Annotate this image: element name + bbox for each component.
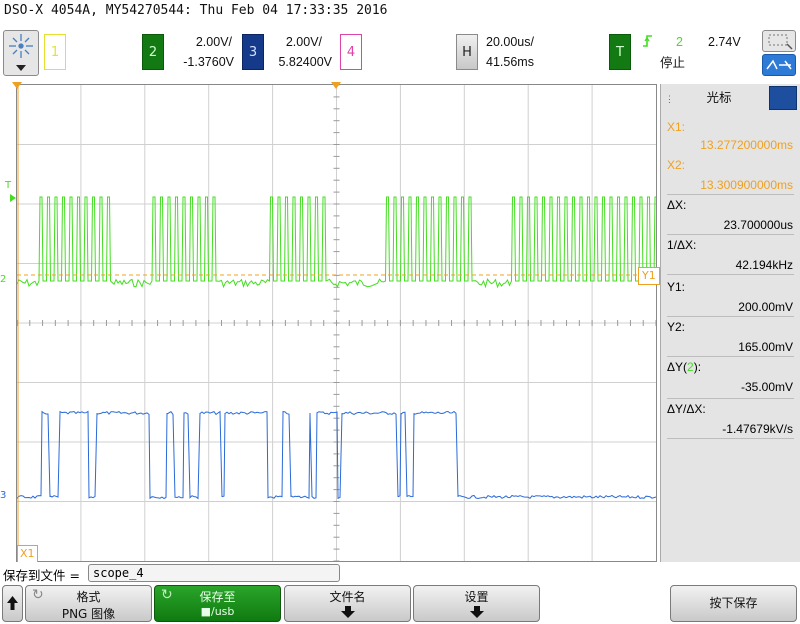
divider	[667, 194, 794, 195]
cursor-y2-value: 165.00mV	[738, 340, 793, 354]
trigger-label: T	[616, 44, 624, 60]
channel-3-ground-marker: 3	[0, 490, 6, 501]
cursor-dx-value: 23.700000us	[723, 218, 793, 232]
softkey-format[interactable]: ↻ 格式 PNG 图像	[25, 585, 152, 622]
trigger-level: 2.74V	[708, 35, 741, 49]
cursor-dy-label-channel: 2	[687, 360, 694, 374]
cursor-knob-icon[interactable]	[3, 30, 39, 76]
cursor-dy-label-pre: ΔY(	[667, 360, 688, 374]
cursor-inv-dx-value: 42.194kHz	[735, 258, 793, 272]
panel-tab-icon[interactable]	[769, 86, 797, 110]
cursor-dy-label-post: ):	[693, 360, 702, 374]
softkey-save-to-value: ■/usb	[200, 605, 235, 618]
trigger-status: 停止	[660, 56, 686, 70]
softkey-filename-title: 文件名	[329, 590, 366, 604]
down-arrow-icon	[414, 605, 539, 622]
channel-1-number: 1	[50, 44, 60, 60]
trigger-source: 2	[676, 35, 683, 49]
channel-3-scale: 2.00V/	[285, 35, 322, 49]
waveform-svg	[17, 85, 656, 561]
softkey-save-to[interactable]: ↻ 保存至 ■/usb	[154, 585, 281, 622]
channel-3-offset: 5.82400V	[278, 55, 332, 69]
x1-top-marker	[12, 82, 22, 89]
cursor-dy-value: -35.00mV	[740, 380, 793, 394]
channel-2-ground-marker: 2	[0, 274, 6, 285]
horizontal-scale: 20.00us/	[486, 35, 534, 49]
softkey-press-to-save-title: 按下保存	[709, 596, 758, 610]
trigger-level-marker: T	[5, 180, 11, 191]
cursor-dx-label: ΔX:	[667, 198, 687, 212]
back-button[interactable]	[2, 585, 23, 622]
channel-3-box[interactable]: 3	[242, 34, 264, 70]
cursor-x1-tag: X1	[17, 545, 38, 563]
horizontal-position: 41.56ms	[486, 55, 534, 69]
channel-1-box[interactable]: 1	[44, 34, 66, 70]
channel-4-number: 4	[346, 44, 356, 60]
cursor-y2-label: Y2:	[667, 320, 686, 334]
trigger-box[interactable]: T	[609, 34, 631, 70]
softkey-format-value: PNG 图像	[61, 607, 116, 621]
cursor-dydx-label: ΔY/ΔX:	[667, 402, 706, 416]
divider	[667, 234, 794, 235]
channel-2-scale: 2.00V/	[195, 35, 232, 49]
channel-2-offset: -1.3760V	[183, 55, 234, 69]
channel-4-box[interactable]: 4	[340, 34, 362, 70]
softkey-settings[interactable]: 设置	[413, 585, 540, 622]
trigger-position-marker	[331, 82, 341, 89]
cursor-x2-label: X2:	[667, 158, 686, 172]
horizontal-box[interactable]: H	[456, 34, 478, 70]
trigger-level-marker-label: T	[5, 180, 12, 191]
up-arrow-icon	[7, 596, 18, 610]
cursor-dy-label: ΔY(2):	[667, 360, 701, 374]
waveform-display[interactable]	[16, 84, 657, 562]
trigger-edge-icon	[642, 33, 654, 53]
horizontal-label: H	[462, 44, 472, 60]
divider	[667, 274, 794, 275]
channel-3-number: 3	[248, 44, 258, 60]
save-filename-field[interactable]: scope_4	[88, 564, 340, 582]
cursor-y1-label: Y1:	[667, 280, 686, 294]
divider	[667, 398, 794, 399]
cursor-x1-value: 13.277200000ms	[700, 138, 793, 152]
save-label: 保存到文件 =	[3, 568, 80, 583]
menu-icon[interactable]	[762, 30, 796, 52]
channel-3-ground-label: 3	[0, 490, 7, 501]
cursor-y1-tag: Y1	[638, 267, 660, 285]
cursor-y1-tag-label: Y1	[642, 269, 656, 282]
tab-cursors[interactable]: 光标	[669, 86, 769, 110]
channel-2-ground-label: 2	[0, 274, 7, 285]
softkey-press-to-save[interactable]: 按下保存	[670, 585, 797, 622]
divider	[667, 356, 794, 357]
refresh-icon: ↻	[32, 587, 44, 603]
divider	[667, 316, 794, 317]
cursor-inv-dx-label: 1/ΔX:	[667, 238, 697, 252]
cursor-mode-icon[interactable]	[762, 54, 796, 76]
divider	[667, 438, 794, 439]
panel-dots: ⋮	[665, 94, 674, 104]
cursor-x2-value: 13.300900000ms	[700, 178, 793, 192]
softkey-settings-title: 设置	[464, 590, 489, 604]
cursor-x1-label: X1:	[667, 120, 686, 134]
cursor-y1-value: 200.00mV	[738, 300, 793, 314]
cursor-dydx-value: -1.47679kV/s	[722, 422, 793, 436]
cursor-x1-tag-label: X1	[20, 547, 35, 560]
channel-2-number: 2	[148, 44, 158, 60]
softkey-format-title: 格式	[76, 590, 101, 604]
down-arrow-icon	[285, 605, 410, 622]
trigger-level-arrow	[10, 194, 16, 202]
softkey-filename[interactable]: 文件名	[284, 585, 411, 622]
refresh-icon: ↻	[161, 587, 173, 603]
cursor-panel: 光标 ⋮ X1: 13.277200000ms X2: 13.300900000…	[660, 84, 800, 562]
softkey-save-to-title: 保存至	[199, 590, 236, 604]
window-title: DSO-X 4054A, MY54270544: Thu Feb 04 17:3…	[4, 3, 388, 18]
